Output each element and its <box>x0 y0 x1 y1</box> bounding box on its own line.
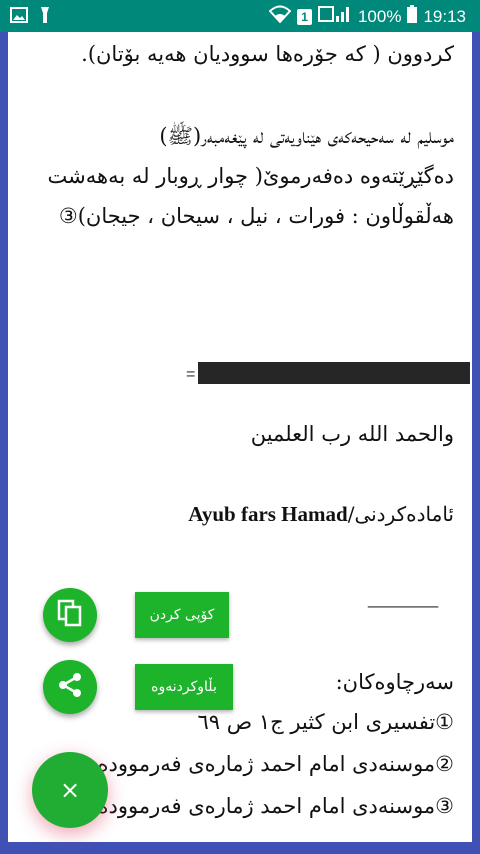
flashlight-icon <box>38 6 52 29</box>
status-right: 1 100% 19:13 <box>268 5 466 28</box>
paragraph-line: هەڵقوڵاون : فورات ، نیل ، سیحان ، جیجان)… <box>58 204 454 228</box>
prepared-by-line: ئامادەکردنی/Ayub fars Hamad <box>188 494 454 534</box>
author-name: Ayub fars Hamad <box>188 502 348 526</box>
dash-line: _______ <box>368 588 439 608</box>
text-line: کردوون ( کە جۆرەها سوودیان هەیە بۆتان). <box>81 42 454 66</box>
clock: 19:13 <box>423 6 466 26</box>
share-button[interactable]: بڵاوکردنەوە <box>135 664 233 710</box>
sim-icon: 1 <box>297 8 312 25</box>
paragraph-line: موسلیم لە سەحیحەکەی هێناویەتی لە پێغەمبە… <box>159 124 454 148</box>
status-left <box>10 6 52 29</box>
hamd-line: والحمد الله رب العلمين <box>250 422 454 446</box>
share-fab[interactable] <box>43 660 97 714</box>
close-icon: × <box>59 776 81 804</box>
copy-fab[interactable] <box>43 588 97 642</box>
status-bar: 1 100% 19:13 <box>0 0 480 32</box>
content-page[interactable]: کردوون ( کە جۆرەها سوودیان هەیە بۆتان). … <box>8 32 472 842</box>
wifi-icon <box>268 5 292 28</box>
battery-percent: 100% <box>357 6 402 26</box>
copy-icon <box>57 599 83 631</box>
close-fab[interactable]: × <box>32 752 108 828</box>
paragraph-line: دەگێڕێتەوە دەفەرموێ( چوار ڕوبار لە بەهەش… <box>47 164 454 188</box>
copy-button[interactable]: کۆپی کردن <box>135 592 229 638</box>
prepared-label: ئامادەکردنی/ <box>347 502 454 526</box>
equals-mark: = <box>186 366 196 383</box>
battery-icon <box>407 5 418 28</box>
redaction-bar <box>198 362 470 384</box>
signal-icon <box>317 5 352 28</box>
share-icon <box>57 672 83 702</box>
image-icon <box>10 7 28 28</box>
